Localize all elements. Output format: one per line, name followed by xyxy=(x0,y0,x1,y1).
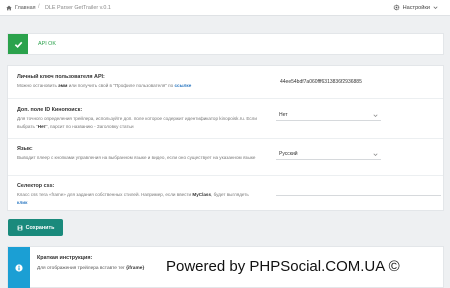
setting-row-kinopoisk: Доп. поле ID Кинопоиск: Для точного опре… xyxy=(8,99,443,139)
home-icon xyxy=(6,5,12,11)
top-bar: Главная / DLE Parser GetTrailer v.0.1 На… xyxy=(0,0,450,16)
setting-description: Выводит плеер с кнопками управления на в… xyxy=(17,155,256,160)
settings-menu-label: Настройки xyxy=(402,4,430,11)
watermark: Powered by PHPSocial.COM.UA © xyxy=(166,258,400,275)
select-value: Русский xyxy=(279,151,298,157)
info-icon xyxy=(15,264,23,272)
setting-description: Для точного определения трейлера, исполь… xyxy=(17,115,257,131)
desc-bold: MyClass xyxy=(192,192,212,197)
instructions-text-part: Для отображения трейлера вставте тег xyxy=(37,266,127,271)
setting-title: Селектор css: xyxy=(17,183,55,189)
desc-text: Можно остановить xyxy=(17,83,59,88)
desc-text: , будет выглядеть xyxy=(211,192,249,197)
setting-title: Доп. поле ID Кинопоиск: xyxy=(17,107,83,113)
setting-row-css-selector: Селектор css: Класс css тега «frame» для… xyxy=(8,176,443,212)
desc-bold: Нет xyxy=(37,124,46,129)
desc-text: или получить свой в "Профиле пользовател… xyxy=(67,83,175,88)
api-key-value: 44ee54bdf7a060fff6313836f2936885 xyxy=(280,79,362,85)
setting-row-api-key: Личный ключ пользователя API: Можно оста… xyxy=(8,66,443,99)
css-selector-input[interactable] xyxy=(276,185,441,196)
gear-icon xyxy=(393,4,399,11)
desc-text: ", парсит по названию - Заголовку статьи xyxy=(45,124,134,129)
select-value: Нет xyxy=(279,112,288,118)
instructions-title: Краткая инструкция: xyxy=(37,255,93,261)
settings-panel: Личный ключ пользователя API: Можно оста… xyxy=(7,65,444,211)
language-select[interactable]: Русский xyxy=(276,149,381,160)
api-status-text: API OK xyxy=(38,41,56,47)
setting-row-language: Язык: Выводит плеер с кнопками управлени… xyxy=(8,139,443,176)
setting-description: Можно остановить эмм или получить свой в… xyxy=(17,82,257,90)
profile-link[interactable]: ссылке xyxy=(174,83,191,88)
instructions-tag: {iframe} xyxy=(126,266,145,271)
breadcrumb-home-label: Главная xyxy=(15,5,36,11)
settings-menu-button[interactable]: Настройки xyxy=(393,4,438,11)
chevron-down-icon xyxy=(433,6,438,10)
setting-description: Класс css тега «frame» для задания собст… xyxy=(17,191,257,207)
breadcrumb-separator: / xyxy=(38,4,40,10)
desc-text: Класс css тега «frame» для задания собст… xyxy=(17,192,193,197)
api-status-alert: API OK xyxy=(7,33,444,55)
kinopoisk-field-select[interactable]: Нет xyxy=(276,110,381,121)
save-button[interactable]: Сохранить xyxy=(8,219,63,236)
instructions-text: Для отображения трейлера вставте тег {if… xyxy=(37,266,144,271)
setting-title: Личный ключ пользователя API: xyxy=(17,74,105,80)
example-link[interactable]: клик xyxy=(17,200,27,205)
setting-title: Язык: xyxy=(17,146,33,152)
save-icon xyxy=(17,225,22,230)
info-icon-box xyxy=(8,247,30,288)
breadcrumb-current: DLE Parser GetTrailer v.0.1 xyxy=(45,5,111,11)
checkmark-icon xyxy=(14,41,22,48)
chevron-down-icon xyxy=(373,114,378,118)
alert-icon-box xyxy=(8,34,28,54)
breadcrumb-home[interactable]: Главная xyxy=(6,5,36,11)
chevron-down-icon xyxy=(373,153,378,157)
save-button-label: Сохранить xyxy=(25,224,55,231)
